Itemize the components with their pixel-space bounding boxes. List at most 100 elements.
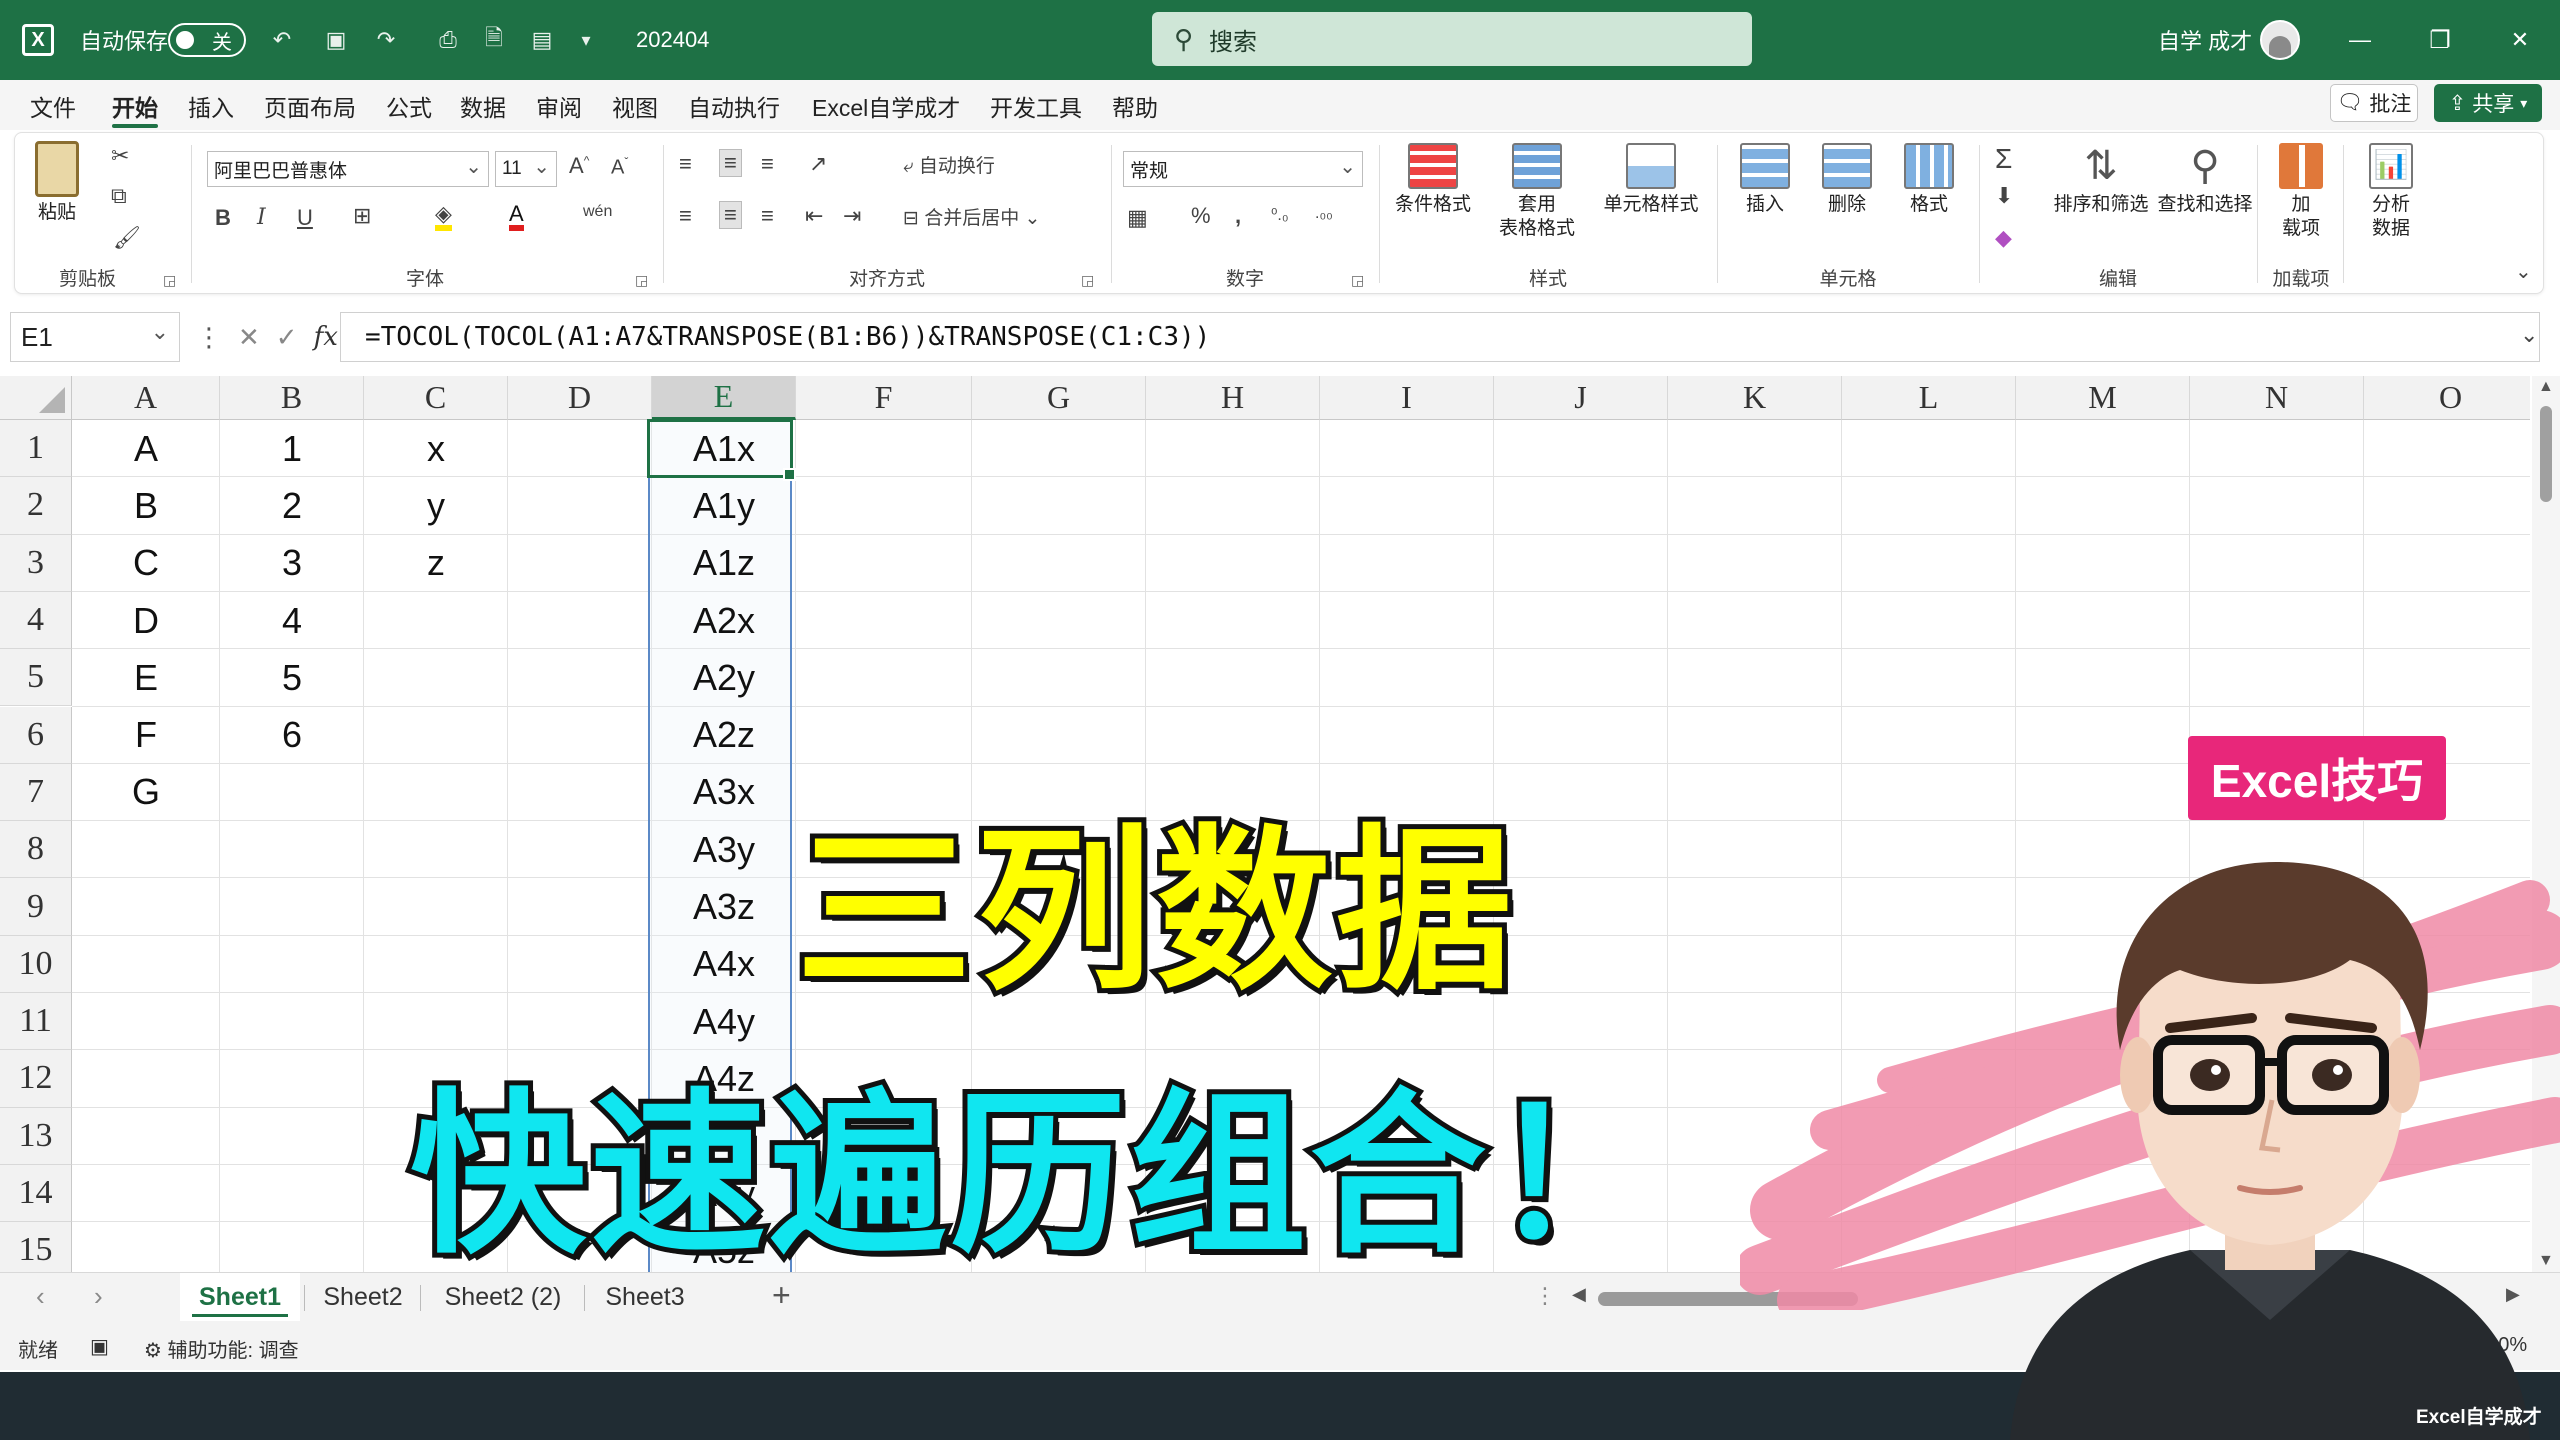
sheet-tab-1[interactable]: Sheet1: [180, 1273, 300, 1321]
customize-quick-access-icon[interactable]: ▾: [566, 0, 606, 80]
confirm-entry-icon[interactable]: ✓: [276, 322, 298, 353]
find-select-button[interactable]: ⚲ 查找和选择: [2153, 143, 2257, 217]
user-avatar[interactable]: [2260, 0, 2300, 80]
column-header-j[interactable]: J: [1494, 376, 1668, 420]
conditional-format-button[interactable]: 条件格式: [1383, 143, 1483, 217]
copy-icon[interactable]: ⧉: [111, 183, 127, 209]
row-header-8[interactable]: 8: [0, 821, 72, 879]
row-header-2[interactable]: 2: [0, 477, 72, 535]
next-sheet-icon[interactable]: ›: [94, 1281, 103, 1312]
row-header-14[interactable]: 14: [0, 1164, 72, 1223]
tab-view[interactable]: 视图: [612, 88, 658, 124]
share-button[interactable]: ⇪ 共享 ▾: [2434, 84, 2542, 122]
align-middle-icon[interactable]: ≡: [719, 149, 742, 177]
merge-center-button[interactable]: ⊟ 合并后居中 ⌄: [903, 203, 1040, 230]
column-header-f[interactable]: F: [796, 376, 972, 420]
alignment-launcher-icon[interactable]: ◲: [1081, 272, 1094, 289]
row-header-10[interactable]: 10: [0, 935, 72, 993]
select-all-corner[interactable]: [0, 376, 72, 420]
accessibility-status[interactable]: ⚙ 辅助功能: 调查: [144, 1334, 299, 1363]
font-size-select[interactable]: 11: [495, 151, 557, 187]
delete-cells-button[interactable]: 删除: [1809, 143, 1885, 217]
macro-record-icon[interactable]: ▣: [90, 1334, 109, 1359]
row-header-7[interactable]: 7: [0, 763, 72, 822]
decrease-indent-icon[interactable]: ⇤: [805, 203, 823, 229]
cell-b1[interactable]: 1: [220, 420, 364, 477]
column-header-l[interactable]: L: [1842, 376, 2016, 420]
column-header-i[interactable]: I: [1320, 376, 1494, 420]
column-header-g[interactable]: G: [972, 376, 1146, 420]
prev-sheet-icon[interactable]: ‹: [36, 1281, 45, 1312]
insert-function-icon[interactable]: fx: [314, 322, 338, 352]
tab-formulas[interactable]: 公式: [386, 88, 432, 124]
tab-excel-zixue[interactable]: Excel自学成才: [812, 88, 960, 124]
orientation-icon[interactable]: ↗: [809, 151, 827, 177]
cell-a5[interactable]: E: [72, 649, 220, 706]
cell-e4[interactable]: A2x: [652, 592, 796, 649]
tab-home[interactable]: 开始: [112, 88, 158, 128]
redo-icon[interactable]: ↷: [366, 0, 406, 80]
cell-b2[interactable]: 2: [220, 477, 364, 534]
row-header-12[interactable]: 12: [0, 1050, 72, 1108]
cell-a4[interactable]: D: [72, 592, 220, 649]
row-header-11[interactable]: 11: [0, 993, 72, 1051]
clipboard-launcher-icon[interactable]: ◲: [163, 272, 176, 289]
row-header-4[interactable]: 4: [0, 591, 72, 650]
cell-a2[interactable]: B: [72, 477, 220, 534]
decrease-font-icon[interactable]: Aˇ: [611, 155, 628, 180]
vertical-scroll-thumb[interactable]: [2540, 406, 2552, 502]
paste-button[interactable]: 粘贴: [29, 141, 85, 225]
comma-style-icon[interactable]: ,: [1235, 203, 1241, 229]
cell-e7[interactable]: A3x: [652, 764, 796, 821]
insert-cells-button[interactable]: 插入: [1727, 143, 1803, 217]
formula-input[interactable]: =TOCOL(TOCOL(A1:A7&TRANSPOSE(B1:B6))&TRA…: [340, 312, 2540, 362]
cell-e9[interactable]: A3z: [652, 878, 796, 935]
increase-indent-icon[interactable]: ⇥: [843, 203, 861, 229]
align-left-icon[interactable]: ≡: [679, 203, 692, 229]
fill-color-icon[interactable]: ◈: [435, 201, 452, 231]
column-header-b[interactable]: B: [220, 376, 364, 420]
row-header-6[interactable]: 6: [0, 706, 72, 764]
comments-button[interactable]: 🗨 批注: [2330, 84, 2418, 122]
clear-icon[interactable]: ◆: [1995, 225, 2012, 251]
bold-button[interactable]: B: [215, 205, 231, 231]
wrap-text-button[interactable]: ⤶ 自动换行: [903, 151, 995, 178]
form-icon[interactable]: ▤: [522, 0, 562, 80]
cell-e3[interactable]: A1z: [652, 535, 796, 592]
cell-e5[interactable]: A2y: [652, 649, 796, 706]
autosave-toggle[interactable]: 关: [168, 0, 246, 80]
format-cells-button[interactable]: 格式: [1891, 143, 1967, 217]
column-header-o[interactable]: O: [2364, 376, 2530, 420]
export-pdf-icon[interactable]: 🗎: [474, 0, 514, 80]
row-header-15[interactable]: 15: [0, 1222, 72, 1272]
addins-button[interactable]: 加 载项: [2265, 143, 2337, 241]
analyze-data-button[interactable]: 📊 分析 数据: [2351, 143, 2431, 241]
row-header-1[interactable]: 1: [0, 420, 72, 478]
cell-c2[interactable]: y: [364, 477, 508, 534]
cancel-entry-icon[interactable]: ✕: [238, 322, 260, 353]
cut-icon[interactable]: ✂: [111, 143, 129, 169]
cell-a6[interactable]: F: [72, 707, 220, 764]
font-launcher-icon[interactable]: ◲: [635, 272, 648, 289]
align-bottom-icon[interactable]: ≡: [761, 151, 774, 177]
percent-icon[interactable]: %: [1191, 203, 1211, 229]
font-color-icon[interactable]: A: [509, 201, 524, 231]
column-header-c[interactable]: C: [364, 376, 508, 420]
cell-e2[interactable]: A1y: [652, 477, 796, 534]
italic-button[interactable]: I: [257, 205, 266, 230]
search-box[interactable]: ⚲ 搜索: [1152, 12, 1752, 66]
sheet-tab-2[interactable]: Sheet2: [310, 1273, 416, 1321]
restore-icon[interactable]: ❐: [2400, 0, 2480, 80]
tab-file[interactable]: 文件: [30, 88, 76, 124]
print-preview-icon[interactable]: ⎙: [428, 0, 468, 80]
scroll-left-icon[interactable]: ◀: [1572, 1284, 1586, 1305]
align-center-icon[interactable]: ≡: [719, 201, 742, 229]
column-header-a[interactable]: A: [72, 376, 220, 420]
column-header-m[interactable]: M: [2016, 376, 2190, 420]
cell-a1[interactable]: A: [72, 420, 220, 477]
cell-e6[interactable]: A2z: [652, 707, 796, 764]
sort-filter-button[interactable]: ⇅ 排序和筛选: [2049, 143, 2153, 217]
undo-icon[interactable]: ↶: [262, 0, 302, 80]
decrease-decimal-icon[interactable]: .₀₀: [1315, 205, 1333, 223]
tab-automate[interactable]: 自动执行: [688, 88, 780, 124]
